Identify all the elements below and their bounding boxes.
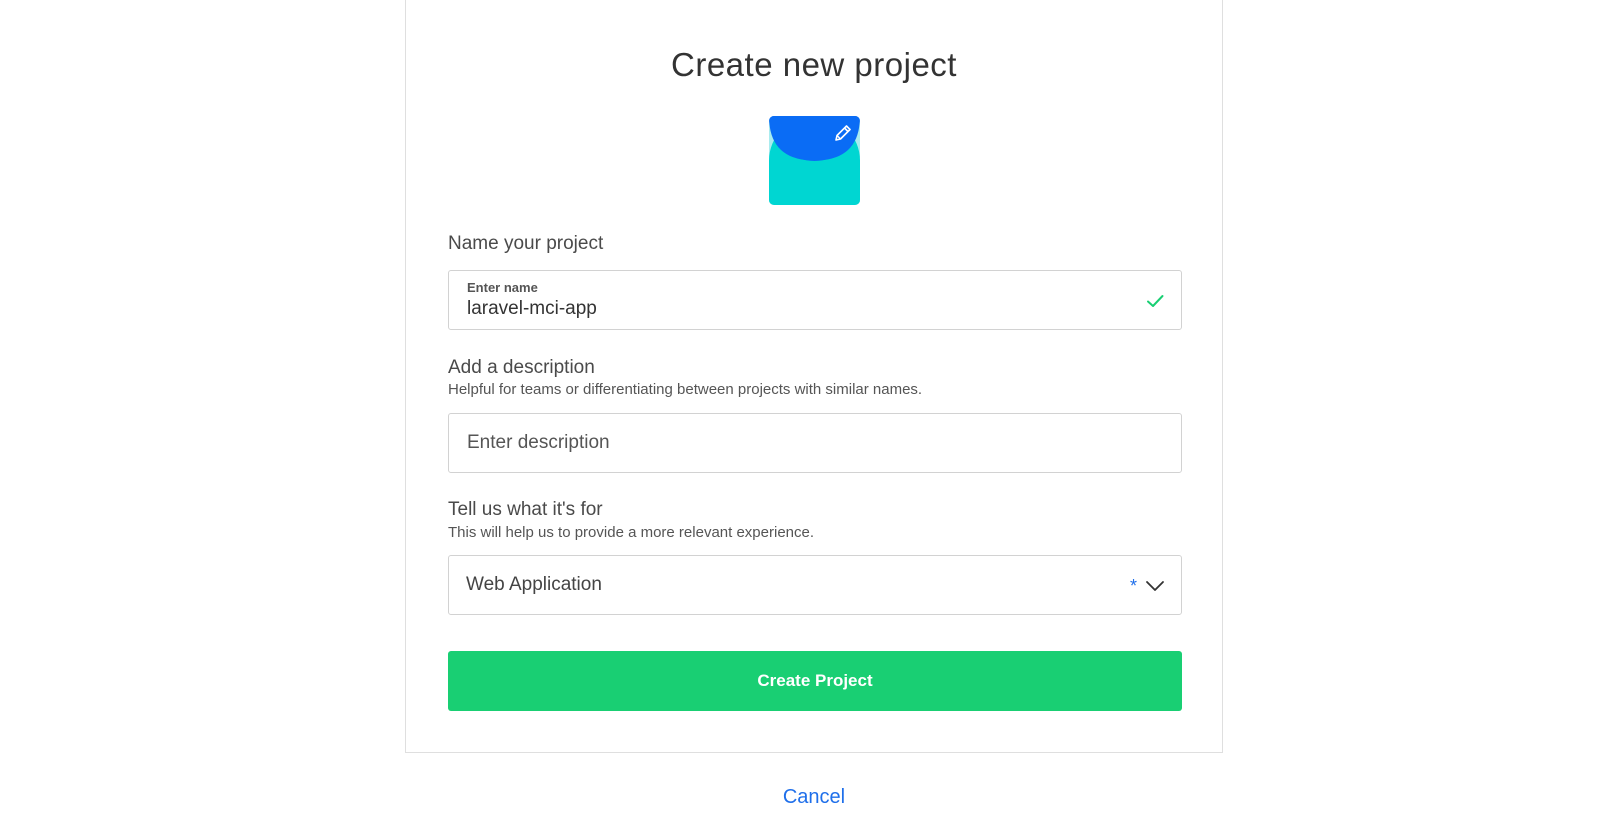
name-field-label: Enter name xyxy=(467,280,538,295)
purpose-helper-text: This will help us to provide a more rele… xyxy=(448,524,815,541)
create-project-button[interactable]: Create Project xyxy=(448,651,1182,711)
project-name-value[interactable]: laravel-mci-app xyxy=(467,298,597,320)
project-icon[interactable] xyxy=(769,116,860,205)
description-section-label: Add a description xyxy=(448,357,595,378)
chevron-down-icon[interactable] xyxy=(1145,577,1165,595)
check-icon xyxy=(1145,291,1165,311)
description-field[interactable]: Enter description xyxy=(448,413,1182,473)
pencil-icon[interactable] xyxy=(832,122,854,144)
purpose-select[interactable]: Web Application * xyxy=(448,555,1182,615)
purpose-section-label: Tell us what it's for xyxy=(448,499,603,520)
required-indicator: * xyxy=(1129,576,1137,596)
name-section-label: Name your project xyxy=(448,233,604,254)
create-project-card: Create new project Name your project Ent… xyxy=(405,0,1223,753)
project-name-field[interactable]: Enter name laravel-mci-app xyxy=(448,270,1182,330)
description-placeholder[interactable]: Enter description xyxy=(467,432,610,454)
cancel-link[interactable]: Cancel xyxy=(0,786,1609,809)
purpose-selected-value: Web Application xyxy=(466,574,602,595)
description-helper-text: Helpful for teams or differentiating bet… xyxy=(448,381,923,398)
page-title: Create new project xyxy=(671,46,957,83)
